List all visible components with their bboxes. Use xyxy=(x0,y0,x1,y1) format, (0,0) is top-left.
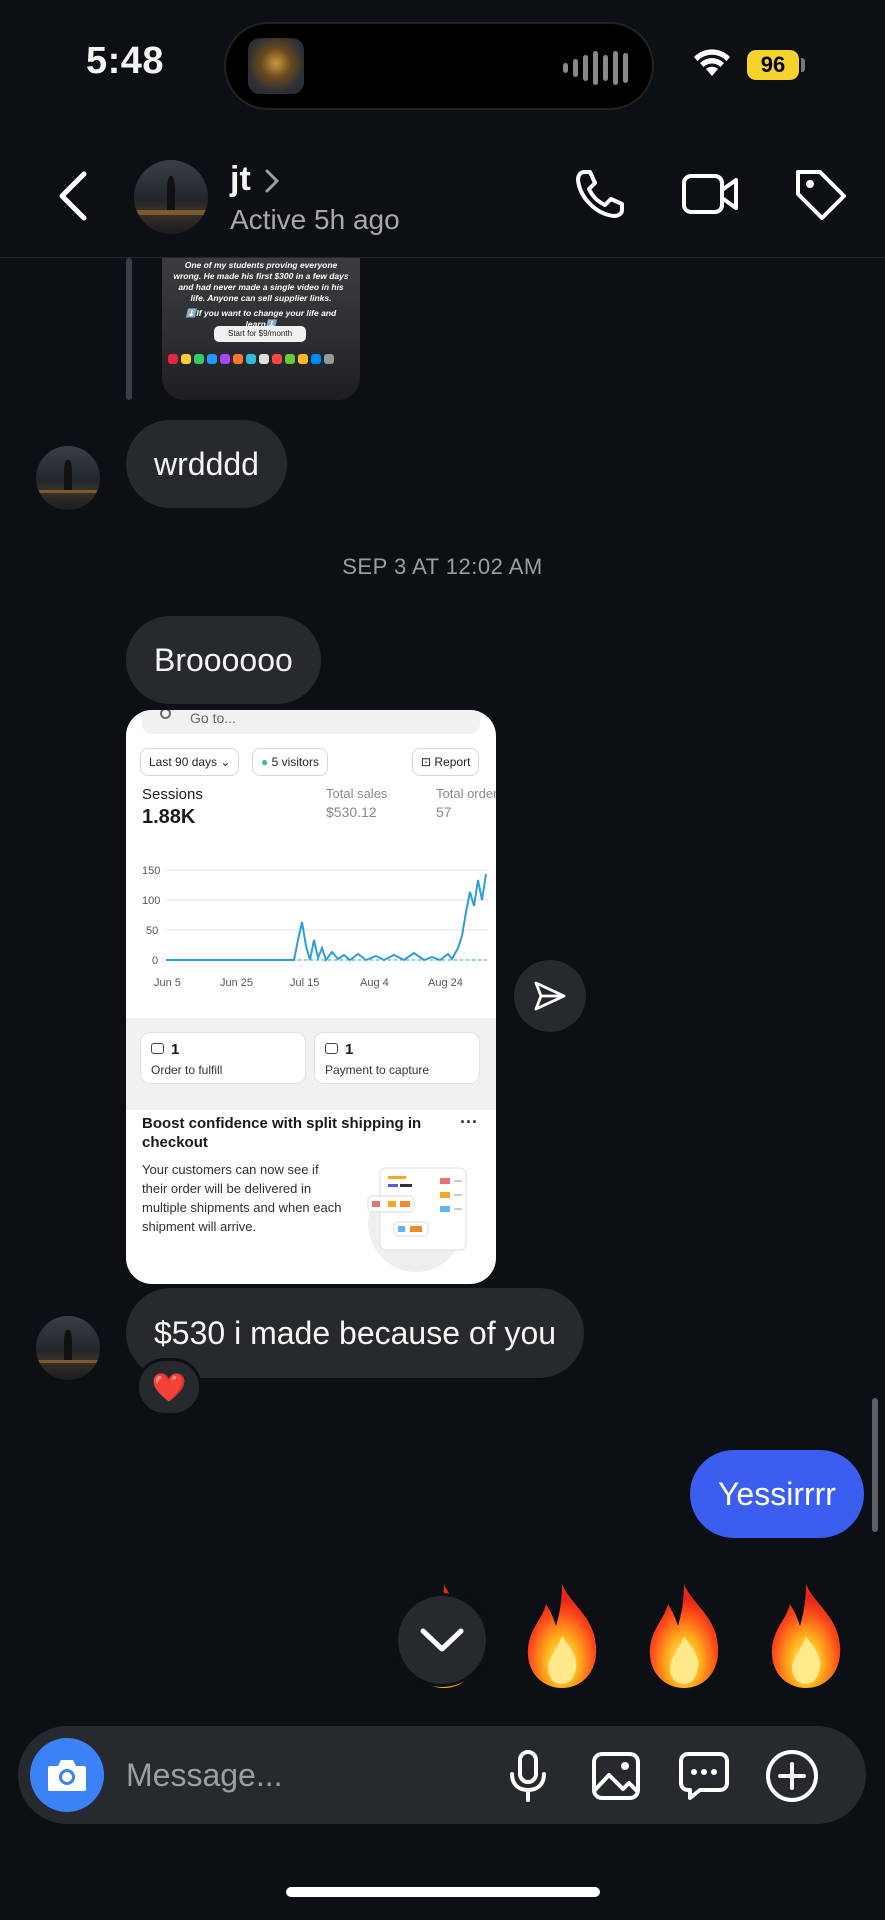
chart-gridlines xyxy=(166,869,488,961)
x-tick: Aug 24 xyxy=(428,977,463,989)
promo-title: Boost confidence with split shipping in … xyxy=(142,1115,422,1151)
promo-body: Your customers can now see if their orde… xyxy=(142,1162,342,1234)
camera-button[interactable] xyxy=(30,1738,104,1812)
search-icon xyxy=(160,710,171,719)
scrollbar[interactable] xyxy=(872,1398,878,1532)
more-options-icon: ··· xyxy=(460,1112,478,1132)
battery-tip xyxy=(801,58,805,72)
audio-waveform-icon xyxy=(563,48,628,88)
date-range-pill: Last 90 days ⌄ xyxy=(140,748,240,776)
microphone-icon xyxy=(510,1750,546,1802)
sticker-button[interactable] xyxy=(676,1748,732,1804)
y-tick: 100 xyxy=(142,895,160,907)
message-composer xyxy=(18,1726,866,1824)
visitors-pill: ● 5 visitors xyxy=(252,748,328,776)
phone-icon[interactable] xyxy=(570,164,630,224)
fire-emoji[interactable] xyxy=(512,1580,612,1692)
sessions-line xyxy=(166,873,487,963)
reply-preview-button: Start for $9/month xyxy=(214,326,306,342)
home-indicator[interactable] xyxy=(286,1887,600,1897)
orders-value: 57 xyxy=(436,804,452,820)
report-pill: ⊡ Report xyxy=(412,748,480,776)
shipping-illustration xyxy=(367,1167,467,1272)
scroll-to-bottom-button[interactable] xyxy=(398,1596,486,1684)
payment-icon xyxy=(325,1043,338,1054)
replied-image-preview[interactable]: One of my students proving everyone wron… xyxy=(162,258,360,400)
received-message[interactable]: wrdddd xyxy=(126,420,287,508)
fire-emoji[interactable] xyxy=(634,1580,734,1692)
reply-preview-dock xyxy=(162,350,360,380)
tag-icon[interactable] xyxy=(790,164,850,224)
sales-label: Total sales xyxy=(326,786,388,801)
shared-screenshot[interactable]: Go to... Last 90 days ⌄ ● 5 visitors ⊡ R… xyxy=(126,710,496,1284)
x-tick: Aug 4 xyxy=(360,977,389,989)
gallery-icon xyxy=(592,1752,640,1800)
y-tick: 50 xyxy=(146,925,158,937)
battery-indicator: 96 xyxy=(747,50,799,80)
voice-message-button[interactable] xyxy=(500,1748,556,1804)
active-status: Active 5h ago xyxy=(230,204,400,235)
orders-label: Total order xyxy=(436,786,496,801)
more-actions-button[interactable] xyxy=(764,1748,820,1804)
plus-circle-icon xyxy=(766,1750,818,1802)
sender-avatar[interactable] xyxy=(36,446,100,510)
message-input[interactable] xyxy=(126,1752,486,1798)
received-message[interactable]: Broooooo xyxy=(126,616,321,704)
chevron-right-icon[interactable] xyxy=(264,168,280,194)
received-message[interactable]: $530 i made because of you xyxy=(126,1288,585,1378)
message-timestamp: SEP 3 AT 12:02 AM xyxy=(342,554,543,579)
chat-sticker-icon xyxy=(679,1752,729,1800)
x-tick: Jul 15 xyxy=(290,977,319,989)
send-icon xyxy=(534,981,566,1011)
fire-emoji[interactable] xyxy=(756,1580,856,1692)
y-tick: 150 xyxy=(142,865,160,877)
y-tick: 0 xyxy=(152,955,158,967)
sessions-label: Sessions xyxy=(142,786,203,803)
task-order-to-fulfill: 1 Order to fulfill xyxy=(140,1032,306,1084)
camera-icon xyxy=(48,1760,86,1791)
sessions-value: 1.88K xyxy=(142,806,196,828)
reply-thread-line xyxy=(126,258,132,400)
sessions-chart: 150 100 50 0 Jun 5 Jun 25 Jul 15 Aug 4 A… xyxy=(142,865,488,989)
chevron-down-icon xyxy=(420,1628,464,1652)
sent-message[interactable]: Yessirrrr xyxy=(690,1450,864,1538)
contact-name[interactable]: jt xyxy=(230,160,251,199)
x-tick: Jun 5 xyxy=(154,977,181,989)
reply-preview-text: One of my students proving everyone wron… xyxy=(173,260,349,303)
gallery-button[interactable] xyxy=(588,1748,644,1804)
heart-reaction[interactable]: ❤️ xyxy=(136,1358,202,1416)
task-payment-to-capture: 1 Payment to capture xyxy=(314,1032,480,1084)
back-icon[interactable] xyxy=(54,168,94,224)
chat-header: jt Active 5h ago xyxy=(0,150,885,258)
sales-value: $530.12 xyxy=(326,804,377,820)
inbox-icon xyxy=(151,1043,164,1054)
sender-avatar[interactable] xyxy=(36,1316,100,1380)
header-avatar[interactable] xyxy=(134,160,208,234)
share-forward-button[interactable] xyxy=(514,960,586,1032)
dynamic-island xyxy=(224,22,654,110)
status-time: 5:48 xyxy=(86,40,165,82)
now-playing-artwork[interactable] xyxy=(248,38,304,94)
x-tick: Jun 25 xyxy=(220,977,253,989)
wifi-icon xyxy=(694,49,730,76)
video-call-icon[interactable] xyxy=(680,164,740,224)
screenshot-search-bar: Go to... xyxy=(142,710,480,734)
